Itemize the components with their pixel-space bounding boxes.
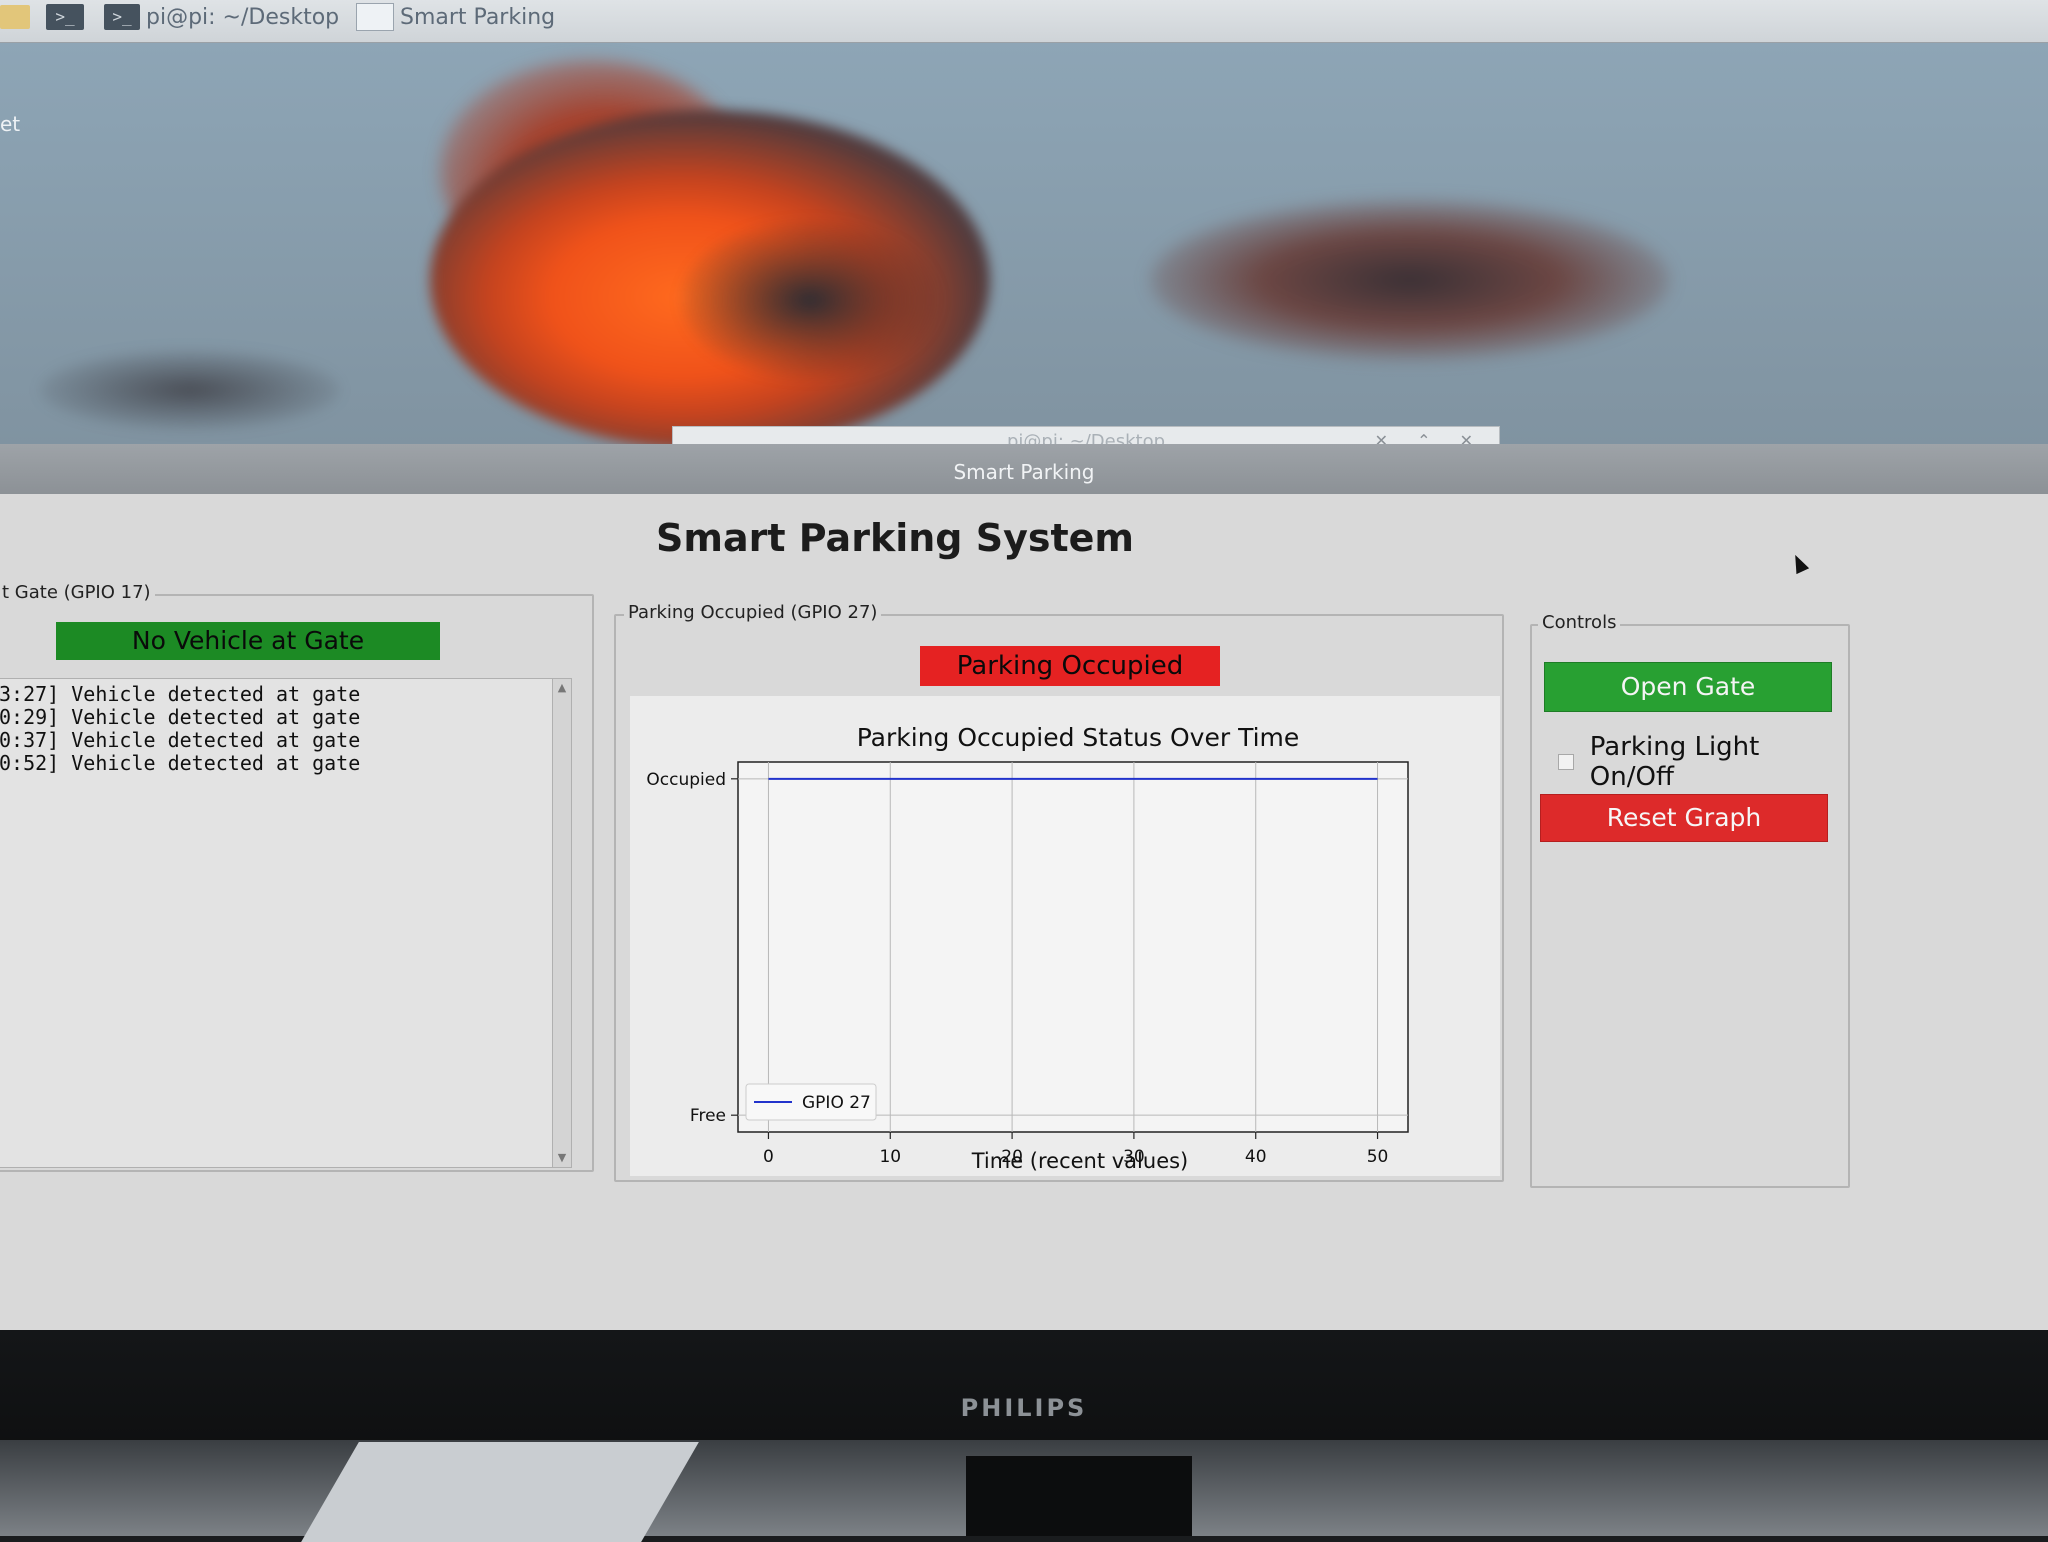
parking-light-label: Parking Light On/Off (1589, 732, 1760, 792)
wallpaper-cloud (1150, 200, 1670, 360)
gate-frame-label: t Gate (GPIO 17) (0, 582, 155, 603)
log-line: 0:29] Vehicle detected at gate (0, 705, 361, 729)
controls-frame: Controls Open Gate Parking Light On/Off … (1530, 612, 1850, 1188)
x-tick-label: 40 (1245, 1147, 1267, 1167)
parking-frame: Parking Occupied (GPIO 27) Parking Occup… (614, 602, 1504, 1182)
terminal-launcher-icon[interactable]: >_ (46, 0, 90, 34)
scroll-up-icon[interactable]: ▲ (555, 681, 569, 695)
gate-frame: t Gate (GPIO 17) No Vehicle at Gate 3:27… (0, 582, 594, 1172)
x-tick-label: 0 (763, 1147, 774, 1167)
controls-frame-label: Controls (1538, 612, 1621, 633)
parking-frame-label: Parking Occupied (GPIO 27) (624, 602, 882, 623)
reset-graph-button[interactable]: Reset Graph (1540, 794, 1828, 842)
plot-area (737, 761, 1409, 1133)
y-ticks: Free Occupied (646, 770, 738, 1126)
gate-status-label: No Vehicle at Gate (56, 622, 440, 660)
desktop-icon-label[interactable]: et (0, 112, 20, 136)
taskbar-item-smart-parking[interactable]: Smart Parking (356, 0, 555, 34)
terminal-icon: >_ (104, 4, 140, 30)
status-chart: Parking Occupied Status Over Time 0 10 20 3… (646, 723, 1409, 1173)
log-line: 0:37] Vehicle detected at gate (0, 728, 361, 752)
wallpaper-cloud (680, 220, 940, 380)
y-tick-label: Free (690, 1106, 726, 1126)
taskbar-item-label: Smart Parking (400, 4, 556, 30)
parking-light-checkbox[interactable] (1558, 754, 1574, 770)
monitor-stand (966, 1456, 1192, 1536)
window-titlebar[interactable]: Smart Parking (0, 444, 2048, 494)
log-line: 3:27] Vehicle detected at gate (0, 682, 361, 706)
legend-label: GPIO 27 (802, 1093, 871, 1113)
log-lines: 3:27] Vehicle detected at gate 0:29] Veh… (0, 679, 571, 775)
x-axis-label: Time (recent values) (971, 1149, 1189, 1173)
scroll-down-icon[interactable]: ▼ (555, 1151, 569, 1165)
chart-panel: Parking Occupied Status Over Time 0 10 20 3… (630, 696, 1500, 1176)
monitor-brand-logo: PHILIPS (960, 1394, 1088, 1422)
open-gate-button[interactable]: Open Gate (1544, 662, 1832, 712)
taskbar-item-label: pi@pi: ~/Desktop (146, 4, 340, 30)
taskbar: >_ >_ pi@pi: ~/Desktop Smart Parking (0, 0, 2048, 43)
chart-legend: GPIO 27 (745, 1083, 877, 1121)
log-scrollbar[interactable]: ▲ ▼ (552, 679, 571, 1167)
smart-parking-window: Smart Parking Smart Parking System t Gat… (0, 444, 2048, 1340)
wallpaper-cloud (40, 350, 340, 430)
log-line: 0:52] Vehicle detected at gate (0, 751, 361, 775)
screen: >_ >_ pi@pi: ~/Desktop Smart Parking et … (0, 0, 2048, 1340)
y-tick-label: Occupied (646, 770, 726, 790)
taskbar-item-terminal[interactable]: >_ pi@pi: ~/Desktop (104, 0, 339, 34)
gate-log-textbox[interactable]: 3:27] Vehicle detected at gate 0:29] Veh… (0, 678, 572, 1168)
chart-title: Parking Occupied Status Over Time (857, 723, 1300, 752)
x-tick-label: 10 (879, 1147, 901, 1167)
page-title: Smart Parking System (655, 516, 1135, 560)
window-title: Smart Parking (953, 460, 1095, 484)
file-manager-icon[interactable] (0, 0, 40, 34)
x-tick-label: 50 (1367, 1147, 1389, 1167)
window-icon (356, 3, 394, 31)
desk-paper (301, 1442, 699, 1542)
parking-light-toggle[interactable]: Parking Light On/Off (1558, 732, 1848, 792)
parking-status-label: Parking Occupied (920, 646, 1220, 686)
